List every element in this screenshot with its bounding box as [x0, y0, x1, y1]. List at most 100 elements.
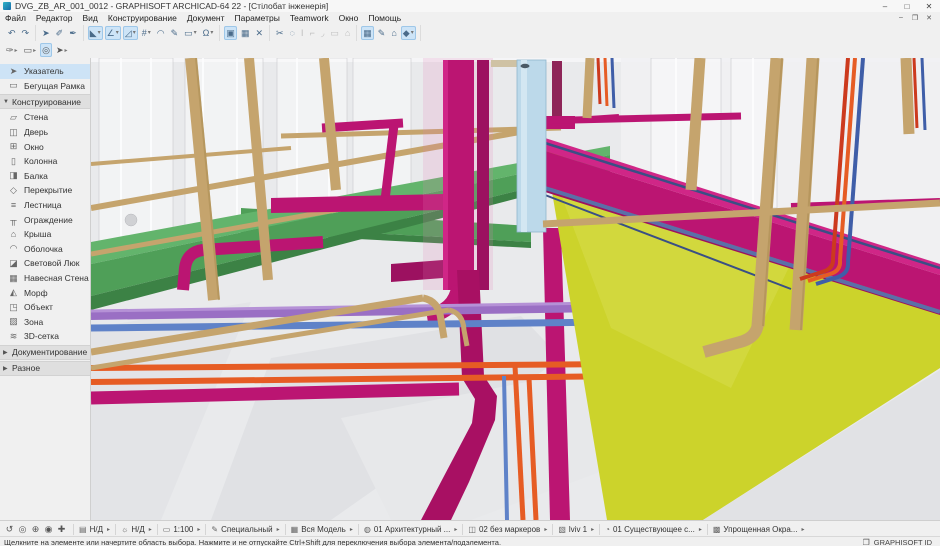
lock-button[interactable]: Ω▾	[201, 26, 216, 40]
menu-item-0[interactable]: Файл	[0, 13, 31, 23]
resize-button[interactable]: ▭	[328, 26, 341, 40]
mdi-restore-button[interactable]: ❐	[908, 14, 922, 22]
zoom-icon[interactable]: ⊕	[29, 524, 42, 535]
marquee-options-button[interactable]: ▭▸	[22, 43, 39, 57]
menu-item-6[interactable]: Teamwork	[285, 13, 334, 23]
model-filter-dropdown[interactable]: ▦Вся Модель▸	[288, 525, 356, 534]
toolbox-section-Разное[interactable]: ▶Разное	[0, 361, 90, 376]
grid-snap-dropdown-icon[interactable]: ▾	[148, 29, 151, 36]
3d-viewport[interactable]	[91, 58, 940, 520]
undo-button[interactable]: ↶	[6, 26, 18, 40]
door-icon: ◫	[6, 127, 21, 138]
delete-button[interactable]: ✕	[253, 26, 265, 40]
tool-railing[interactable]: ╥Ограждение	[0, 212, 90, 227]
intersect-button[interactable]: ⌐	[308, 26, 317, 40]
tool-door[interactable]: ◫Дверь	[0, 125, 90, 140]
menu-item-7[interactable]: Окно	[334, 13, 364, 23]
menu-item-1[interactable]: Редактор	[31, 13, 78, 23]
3d-cube-button[interactable]: ◆▾	[401, 26, 416, 40]
pen-set-dropdown[interactable]: ✎Специальный▸	[208, 525, 282, 534]
pen-button[interactable]: ✎	[376, 26, 388, 40]
project-location-dropdown[interactable]: ▧lviv 1▸	[555, 525, 597, 534]
tool-roof[interactable]: ⌂Крыша	[0, 227, 90, 242]
tool-cursor[interactable]: ➤Указатель	[0, 64, 90, 79]
lock-dropdown-icon[interactable]: ▾	[210, 29, 213, 36]
scale-dropdown[interactable]: ▭1:100▸	[160, 525, 204, 534]
layer-combination-dropdown[interactable]: ◍01 Архитектурный ...▸	[361, 525, 461, 534]
toolbox-section-Конструирование[interactable]: ▼Конструирование	[0, 94, 90, 109]
toolbox-section-Документирование[interactable]: ▶Документирование	[0, 345, 90, 360]
tool-skylight[interactable]: ◪Световой Люк	[0, 256, 90, 271]
tool-wall[interactable]: ▱Стена	[0, 110, 90, 125]
graphisoft-id-button[interactable]: ❐ GRAPHISOFT ID	[863, 538, 940, 546]
menu-item-2[interactable]: Вид	[78, 13, 103, 23]
arrow-method-dropdown-icon[interactable]: ▸	[65, 47, 68, 54]
tool-stair[interactable]: ≡Лестница	[0, 198, 90, 213]
camera-settings-dropdown[interactable]: ▤Н/Д▸	[76, 525, 113, 534]
mdi-minimize-button[interactable]: –	[894, 14, 908, 22]
dropdown-arrow-icon: ▸	[544, 526, 547, 533]
tool-slab[interactable]: ◇Перекрытие	[0, 183, 90, 198]
roof-tool-button[interactable]: ⌂	[343, 26, 352, 40]
graphic-override-dropdown[interactable]: ▩Упрощенная Окра...▸	[710, 525, 808, 534]
options-toolbar: ✑▸▭▸◎➤▸	[0, 42, 940, 59]
redo-button[interactable]: ↷	[20, 26, 32, 40]
grid-snap-button[interactable]: #▾	[140, 26, 153, 40]
home-story-button[interactable]: ⌂	[389, 26, 398, 40]
quill-button[interactable]: ✎	[169, 26, 181, 40]
look-to-icon[interactable]: ◉	[42, 524, 55, 535]
tool-beam[interactable]: ◨Балка	[0, 169, 90, 184]
maximize-button[interactable]: □	[896, 2, 918, 11]
move-button[interactable]: ▣	[224, 26, 237, 40]
explore-icon[interactable]: ◎	[16, 524, 29, 535]
mdi-close-button[interactable]: ✕	[922, 14, 936, 22]
marquee-options-dropdown-icon[interactable]: ▸	[33, 47, 36, 54]
tool-column[interactable]: ▯Колонна	[0, 154, 90, 169]
orbit-icon[interactable]: ↺	[3, 524, 16, 535]
guideline-button[interactable]: ◣▾	[88, 26, 103, 40]
trim-button[interactable]: ✂	[274, 26, 286, 40]
menu-item-4[interactable]: Документ	[182, 13, 230, 23]
favorites-button[interactable]: ➤	[40, 26, 52, 40]
menu-item-8[interactable]: Помощь	[363, 13, 406, 23]
tool-window[interactable]: ⊞Окно	[0, 139, 90, 154]
tool-marquee[interactable]: ▭Бегущая Рамка	[0, 79, 90, 94]
tool-mesh[interactable]: ≋3D-сетка	[0, 329, 90, 344]
minimize-button[interactable]: –	[874, 2, 896, 11]
protractor-dropdown-icon[interactable]: ▾	[133, 29, 136, 36]
walk-icon[interactable]: ✚	[55, 524, 68, 535]
circle-method-button[interactable]: ◎	[40, 43, 52, 57]
fillet-button[interactable]: ◞	[319, 26, 327, 40]
snap-guides-button[interactable]: ∠▾	[105, 26, 121, 40]
table-button[interactable]: ▦	[239, 26, 252, 40]
arrow-method-button[interactable]: ➤▸	[54, 43, 70, 57]
guideline-dropdown-icon[interactable]: ▾	[98, 29, 101, 36]
snap-guides-dropdown-icon[interactable]: ▾	[116, 29, 119, 36]
magenta-pipe-top-right[interactable]	[531, 116, 741, 121]
protractor-button[interactable]: ◿▾	[123, 26, 138, 40]
3d-cube-dropdown-icon[interactable]: ▾	[411, 29, 414, 36]
frame-button[interactable]: ▭▾	[182, 26, 199, 40]
magenta-pipe-lower[interactable]	[91, 389, 459, 398]
close-button[interactable]: ✕	[918, 2, 940, 11]
pickup-parameters-button[interactable]: ✐	[54, 26, 66, 40]
renovation-filter-dropdown[interactable]: ◔01 Существующее с...▸	[602, 525, 705, 534]
tool-object[interactable]: ◳Объект	[0, 300, 90, 315]
frame-dropdown-icon[interactable]: ▾	[194, 29, 197, 36]
tool-shell[interactable]: ◠Оболочка	[0, 242, 90, 257]
split-button[interactable]: ◌	[288, 26, 297, 40]
adjust-button[interactable]: Ⅰ	[299, 26, 306, 40]
grid-pen-button[interactable]: ▦	[361, 26, 374, 40]
menu-item-3[interactable]: Конструирование	[103, 13, 182, 23]
pen-sets-dropdown-icon[interactable]: ▸	[15, 47, 18, 54]
pipe-fitting-sphere[interactable]	[125, 214, 137, 226]
pen-sets-button[interactable]: ✑▸	[4, 43, 20, 57]
sun-settings-dropdown[interactable]: ☼Н/Д▸	[118, 525, 155, 534]
tool-morph[interactable]: ◭Морф	[0, 285, 90, 300]
dimensions-dropdown[interactable]: ◫02 без маркеров▸	[465, 525, 550, 534]
tool-zone[interactable]: ▨Зона	[0, 315, 90, 330]
menu-item-5[interactable]: Параметры	[230, 13, 285, 23]
tool-curtain-wall[interactable]: ▦Навесная Стена	[0, 271, 90, 286]
gravity-button[interactable]: ◠	[155, 26, 167, 40]
inject-parameters-button[interactable]: ✒	[67, 26, 79, 40]
